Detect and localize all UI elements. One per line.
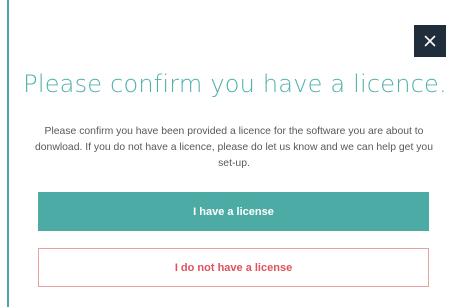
license-dialog: Please confirm you have a licence. Pleas…	[0, 0, 452, 307]
decline-license-button-label: I do not have a license	[174, 261, 293, 274]
dialog-message: Please confirm you have been provided a …	[34, 126, 433, 169]
decline-license-button[interactable]: I do not have a license	[38, 248, 429, 287]
confirm-license-button-label: I have a license	[193, 205, 274, 218]
left-accent-rule	[7, 0, 9, 307]
close-button[interactable]	[414, 25, 446, 57]
confirm-license-button[interactable]: I have a license	[38, 192, 429, 231]
close-icon	[424, 35, 436, 47]
dialog-title: Please confirm you have a licence.	[23, 70, 447, 98]
